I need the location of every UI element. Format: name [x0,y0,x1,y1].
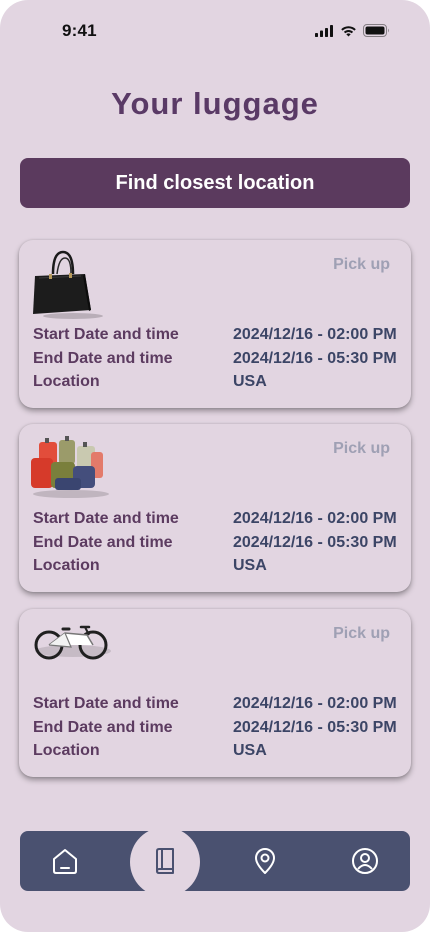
end-date-value: 2024/12/16 - 05:30 PM [233,719,397,736]
nav-location[interactable] [230,831,300,891]
home-icon [53,849,77,874]
location-label: Location [33,373,100,390]
luggage-card: Pick up Start Date and time 2024/12/16 -… [19,424,411,592]
luggage-card: Pick up Start Date and time 2024/12/16 -… [19,240,411,408]
end-date-row: End Date and time 2024/12/16 - 05:30 PM [33,534,397,556]
status-bar: 9:41 [0,0,430,64]
end-date-value: 2024/12/16 - 05:30 PM [233,350,397,367]
location-row: Location USA [33,373,397,395]
cellular-signal-icon [315,24,333,37]
luggage-card: Pick up Start Date and time 2024/12/16 -… [19,609,411,777]
location-label: Location [33,742,100,759]
start-date-row: Start Date and time 2024/12/16 - 02:00 P… [33,695,397,717]
start-date-value: 2024/12/16 - 02:00 PM [233,510,397,527]
start-date-row: Start Date and time 2024/12/16 - 02:00 P… [33,510,397,532]
nav-profile[interactable] [330,831,400,891]
bottom-nav [20,827,410,897]
start-date-label: Start Date and time [33,695,179,712]
handbag-image [33,250,103,319]
find-closest-location-button[interactable]: Find closest location [20,158,410,208]
location-value: USA [233,742,267,759]
start-date-value: 2024/12/16 - 02:00 PM [233,326,397,343]
pickup-link[interactable]: Pick up [333,256,390,274]
start-date-label: Start Date and time [33,510,179,527]
battery-icon [363,24,389,37]
end-date-row: End Date and time 2024/12/16 - 05:30 PM [33,719,397,741]
nav-luggage[interactable] [130,831,200,891]
suitcases-pile-image [31,436,109,498]
start-date-row: Start Date and time 2024/12/16 - 02:00 P… [33,326,397,348]
end-date-value: 2024/12/16 - 05:30 PM [233,534,397,551]
luggage-book-icon [156,848,174,874]
pickup-link[interactable]: Pick up [333,625,390,643]
location-row: Location USA [33,742,397,764]
pickup-link[interactable]: Pick up [333,440,390,458]
start-date-value: 2024/12/16 - 02:00 PM [233,695,397,712]
nav-home[interactable] [30,831,100,891]
phone-screen: 9:41 Your luggage Find closest location [0,0,430,932]
end-date-label: End Date and time [33,350,173,367]
profile-icon [352,848,378,874]
luggage-list: Pick up Start Date and time 2024/12/16 -… [10,232,420,792]
location-value: USA [233,557,267,574]
location-pin-icon [255,848,275,874]
wifi-icon [341,25,356,36]
status-icons [315,24,390,37]
page-title: Your luggage [111,86,319,121]
location-row: Location USA [33,557,397,579]
end-date-label: End Date and time [33,719,173,736]
location-value: USA [233,373,267,390]
start-date-label: Start Date and time [33,326,179,343]
end-date-row: End Date and time 2024/12/16 - 05:30 PM [33,350,397,372]
status-time: 9:41 [62,21,97,40]
end-date-label: End Date and time [33,534,173,551]
location-label: Location [33,557,100,574]
bicycle-image [34,625,111,660]
